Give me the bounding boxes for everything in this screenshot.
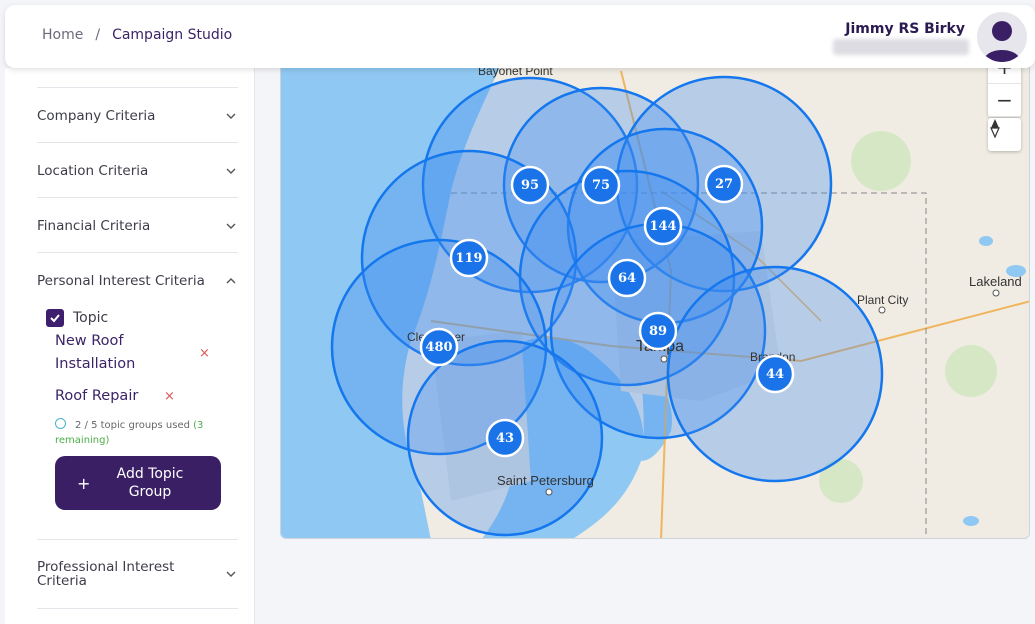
- city-dot: [545, 488, 553, 496]
- compass-button[interactable]: [988, 118, 1021, 151]
- cluster-count: 119: [455, 251, 482, 266]
- breadcrumb: Home / Campaign Studio: [42, 27, 232, 43]
- cluster-marker[interactable]: 75: [581, 165, 621, 205]
- zoom-out-button[interactable]: −: [988, 84, 1021, 117]
- info-icon: [55, 418, 66, 429]
- place-label-plant-city: Plant City: [857, 293, 908, 307]
- cluster-marker[interactable]: 44: [755, 354, 795, 394]
- section-title: Professional Interest Criteria: [37, 559, 175, 589]
- usage-text: 2 / 5 topic groups used: [75, 420, 190, 431]
- cluster-marker[interactable]: 480: [419, 327, 459, 367]
- cluster-count: 44: [766, 367, 784, 382]
- add-topic-group-label: Add Topic Group: [116, 466, 184, 500]
- section-title: Personal Interest Criteria: [37, 273, 205, 289]
- cluster-marker[interactable]: 95: [510, 165, 550, 205]
- park-area: [851, 131, 911, 191]
- city-dot: [660, 355, 668, 363]
- compass-icon: [990, 119, 1000, 138]
- topic-label: Topic: [73, 310, 109, 326]
- chevron-down-icon: [226, 223, 236, 229]
- cluster-count: 95: [521, 178, 539, 193]
- cluster-marker[interactable]: 89: [638, 311, 678, 351]
- cluster-marker[interactable]: 43: [485, 418, 525, 458]
- lake: [979, 236, 993, 246]
- section-location-criteria[interactable]: Location Criteria: [37, 142, 238, 197]
- topic-chip-roof-repair: Roof Repair: [55, 388, 139, 404]
- section-title: Company Criteria: [37, 108, 156, 124]
- map-canvas[interactable]: Bayonet Point Clearwater Tampa Brandon P…: [281, 41, 1030, 539]
- breadcrumb-separator: /: [95, 27, 101, 43]
- cluster-count: 43: [496, 431, 514, 446]
- section-financial-criteria[interactable]: Financial Criteria: [37, 197, 238, 252]
- cluster-count: 89: [649, 324, 667, 339]
- cluster-count: 144: [649, 219, 676, 234]
- cluster-count: 27: [715, 177, 733, 192]
- compass-control[interactable]: [988, 118, 1021, 151]
- cluster-marker[interactable]: 119: [449, 238, 489, 278]
- chevron-down-icon: [226, 571, 236, 577]
- remove-chip-button[interactable]: ×: [164, 389, 175, 404]
- topic-checkbox-row[interactable]: Topic: [46, 309, 108, 327]
- section-professional-interest-criteria[interactable]: Professional Interest Criteria: [37, 539, 238, 608]
- plus-icon: +: [77, 473, 91, 493]
- topic-chip-new-roof-installation: New Roof Installation: [55, 333, 136, 372]
- criteria-sidebar: Company Criteria Location Criteria Finan…: [5, 68, 255, 624]
- chevron-down-icon: [226, 168, 236, 174]
- cluster-marker[interactable]: 144: [643, 206, 683, 246]
- cluster-count: 75: [592, 178, 610, 193]
- chevron-up-icon: [226, 278, 236, 284]
- place-label-lakeland: Lakeland: [969, 274, 1022, 289]
- user-subtitle-blurred: [833, 39, 969, 55]
- breadcrumb-current: Campaign Studio: [112, 27, 233, 43]
- lake: [963, 516, 979, 526]
- cluster-count: 480: [425, 340, 452, 355]
- cluster-marker[interactable]: 27: [704, 164, 744, 204]
- user-avatar-icon: [983, 21, 1021, 62]
- breadcrumb-home[interactable]: Home: [42, 27, 83, 43]
- add-topic-group-button[interactable]: + Add Topic Group: [55, 456, 221, 510]
- topic-usage-note: 2 / 5 topic groups used (3 remaining): [55, 418, 225, 448]
- cluster-count: 64: [618, 271, 636, 286]
- avatar[interactable]: [977, 12, 1027, 62]
- user-name: Jimmy RS Birky: [845, 21, 965, 37]
- section-company-criteria[interactable]: Company Criteria: [37, 87, 238, 142]
- place-label-saint-petersburg: Saint Petersburg: [497, 473, 594, 488]
- park-area: [945, 345, 997, 397]
- top-header: Home / Campaign Studio Jimmy RS Birky: [5, 5, 1035, 68]
- remove-chip-button[interactable]: ×: [199, 346, 210, 361]
- city-dot: [878, 306, 886, 314]
- section-title: Location Criteria: [37, 163, 149, 179]
- cluster-marker[interactable]: 64: [607, 258, 647, 298]
- chevron-down-icon: [226, 113, 236, 119]
- topic-checkbox[interactable]: [46, 309, 64, 327]
- map-view[interactable]: Bayonet Point Clearwater Tampa Brandon P…: [280, 40, 1030, 539]
- section-personal-interest-criteria[interactable]: Personal Interest Criteria: [37, 252, 238, 292]
- checkmark-icon: [50, 314, 60, 323]
- section-divider: [37, 608, 238, 624]
- city-dot: [992, 289, 1000, 297]
- section-title: Financial Criteria: [37, 218, 151, 234]
